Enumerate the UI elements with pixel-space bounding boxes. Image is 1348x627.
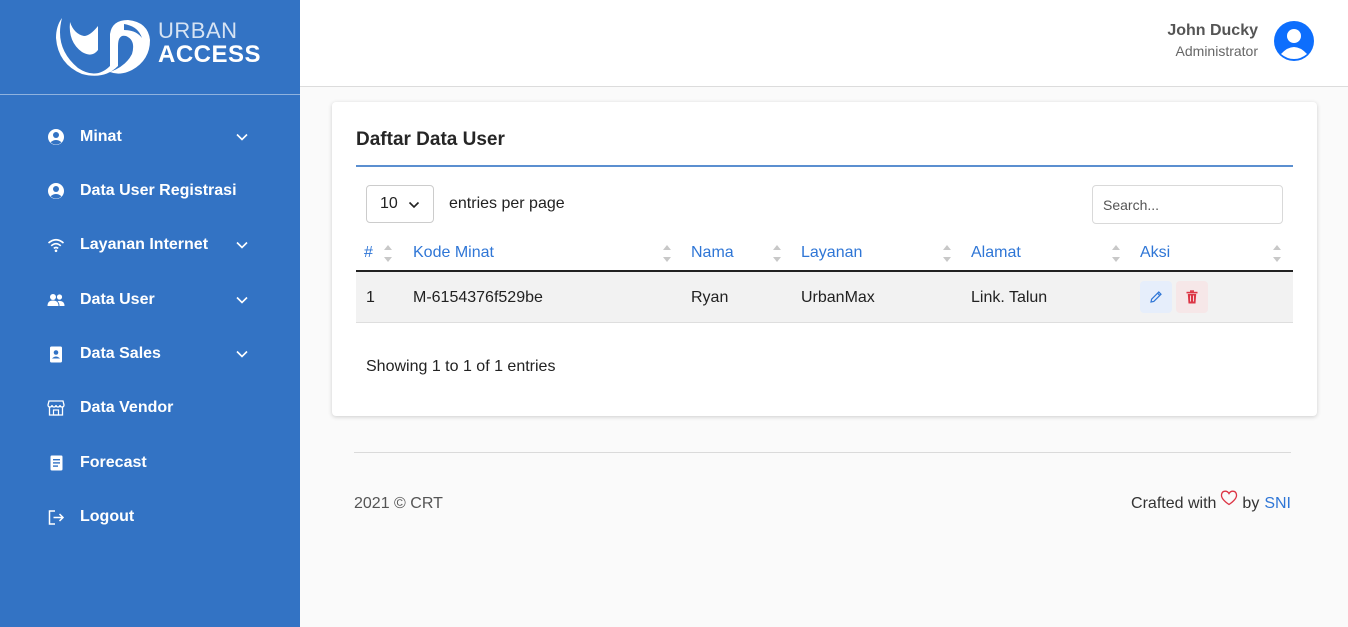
table-row: 1 M-6154376f529be Ryan UrbanMax Link. Ta…: [356, 272, 1293, 323]
user-role: Administrator: [1175, 43, 1258, 59]
per-page-value: 10: [380, 195, 398, 212]
sidebar-item-label: Forecast: [80, 454, 147, 471]
crafted-by: by: [1242, 495, 1260, 512]
avatar[interactable]: [1274, 21, 1314, 61]
chevron-down-icon: [236, 133, 248, 141]
chevron-down-icon: [236, 296, 248, 304]
urban-access-logo-icon: [56, 18, 150, 76]
cell-kode-minat: M-6154376f529be: [413, 289, 543, 306]
cell-no: 1: [366, 289, 375, 306]
search-input[interactable]: [1092, 185, 1283, 224]
entries-per-page-select[interactable]: 10: [366, 185, 434, 223]
per-page-label: entries per page: [449, 195, 565, 212]
sidebar-item-data-user-registrasi[interactable]: Data User Registrasi: [0, 171, 300, 211]
column-header-layanan[interactable]: Layanan: [801, 244, 862, 262]
copyright: 2021 © CRT: [354, 495, 443, 512]
crafted-credit: Crafted with by SNI: [1131, 490, 1291, 513]
sidebar-item-label: Layanan Internet: [80, 236, 209, 253]
pencil-icon: [1150, 291, 1162, 303]
table-info: Showing 1 to 1 of 1 entries: [366, 358, 556, 375]
crafted-prefix: Crafted with: [1131, 495, 1217, 512]
users-icon: [46, 290, 66, 310]
brand[interactable]: URBAN ACCESS: [0, 0, 300, 95]
sidebar-item-logout[interactable]: Logout: [0, 497, 300, 537]
wifi-icon: [46, 235, 66, 255]
sidebar-item-label: Logout: [80, 508, 135, 525]
column-header-alamat[interactable]: Alamat: [971, 244, 1021, 262]
sidebar-item-data-sales[interactable]: Data Sales: [0, 334, 300, 374]
sidebar-item-minat[interactable]: Minat: [0, 117, 300, 157]
user-avatar-icon: [1281, 29, 1307, 59]
logout-icon: [46, 507, 66, 527]
footer-divider: [354, 452, 1291, 453]
chevron-down-icon: [236, 350, 248, 358]
delete-button[interactable]: [1176, 281, 1208, 313]
sidebar-item-label: Minat: [80, 128, 122, 145]
table-header: # Kode Minat Nama Layanan Alamat Aksi: [356, 235, 1293, 272]
brand-top: URBAN: [158, 18, 238, 43]
sort-icon[interactable]: [663, 241, 673, 265]
title-divider: [356, 165, 1293, 167]
sidebar-item-data-user[interactable]: Data User: [0, 280, 300, 320]
sidebar-item-label: Data Vendor: [80, 399, 174, 416]
sidebar-item-layanan-internet[interactable]: Layanan Internet: [0, 225, 300, 265]
sort-icon[interactable]: [943, 241, 953, 265]
sidebar-item-forecast[interactable]: Forecast: [0, 443, 300, 483]
cell-layanan: UrbanMax: [801, 289, 875, 306]
column-header-aksi[interactable]: Aksi: [1140, 244, 1170, 262]
heart-icon: [1221, 490, 1238, 506]
trash-icon: [1186, 290, 1198, 304]
sort-icon[interactable]: [384, 241, 394, 265]
sort-icon[interactable]: [1273, 241, 1283, 265]
chevron-down-icon: [236, 241, 248, 249]
cell-nama: Ryan: [691, 289, 729, 306]
brand-text: URBAN ACCESS: [158, 20, 261, 67]
sort-icon[interactable]: [1112, 241, 1122, 265]
user-list-card: Daftar Data User 10 entries per page # K…: [332, 102, 1317, 416]
user-circle-icon: [46, 181, 66, 201]
cell-alamat: Link. Talun: [971, 289, 1048, 306]
contact-book-icon: [46, 344, 66, 364]
column-header-nama[interactable]: Nama: [691, 244, 734, 262]
edit-button[interactable]: [1140, 281, 1172, 313]
sidebar-item-label: Data Sales: [80, 345, 161, 362]
sidebar-item-label: Data User Registrasi: [80, 182, 237, 199]
store-icon: [46, 398, 66, 418]
sidebar-item-label: Data User: [80, 291, 155, 308]
column-header-no[interactable]: #: [364, 244, 373, 262]
author-link[interactable]: SNI: [1264, 495, 1291, 513]
user-name[interactable]: John Ducky: [1167, 22, 1258, 40]
topbar: John Ducky Administrator: [300, 0, 1348, 87]
user-circle-icon: [46, 127, 66, 147]
brand-bottom: ACCESS: [158, 41, 262, 68]
column-header-kode-minat[interactable]: Kode Minat: [413, 244, 494, 262]
sidebar-item-data-vendor[interactable]: Data Vendor: [0, 388, 300, 428]
document-icon: [46, 453, 66, 473]
chevron-down-icon: [408, 201, 420, 209]
sidebar: URBAN ACCESS Minat Data User Registrasi …: [0, 0, 300, 627]
sort-icon[interactable]: [773, 241, 783, 265]
card-title: Daftar Data User: [356, 129, 505, 150]
